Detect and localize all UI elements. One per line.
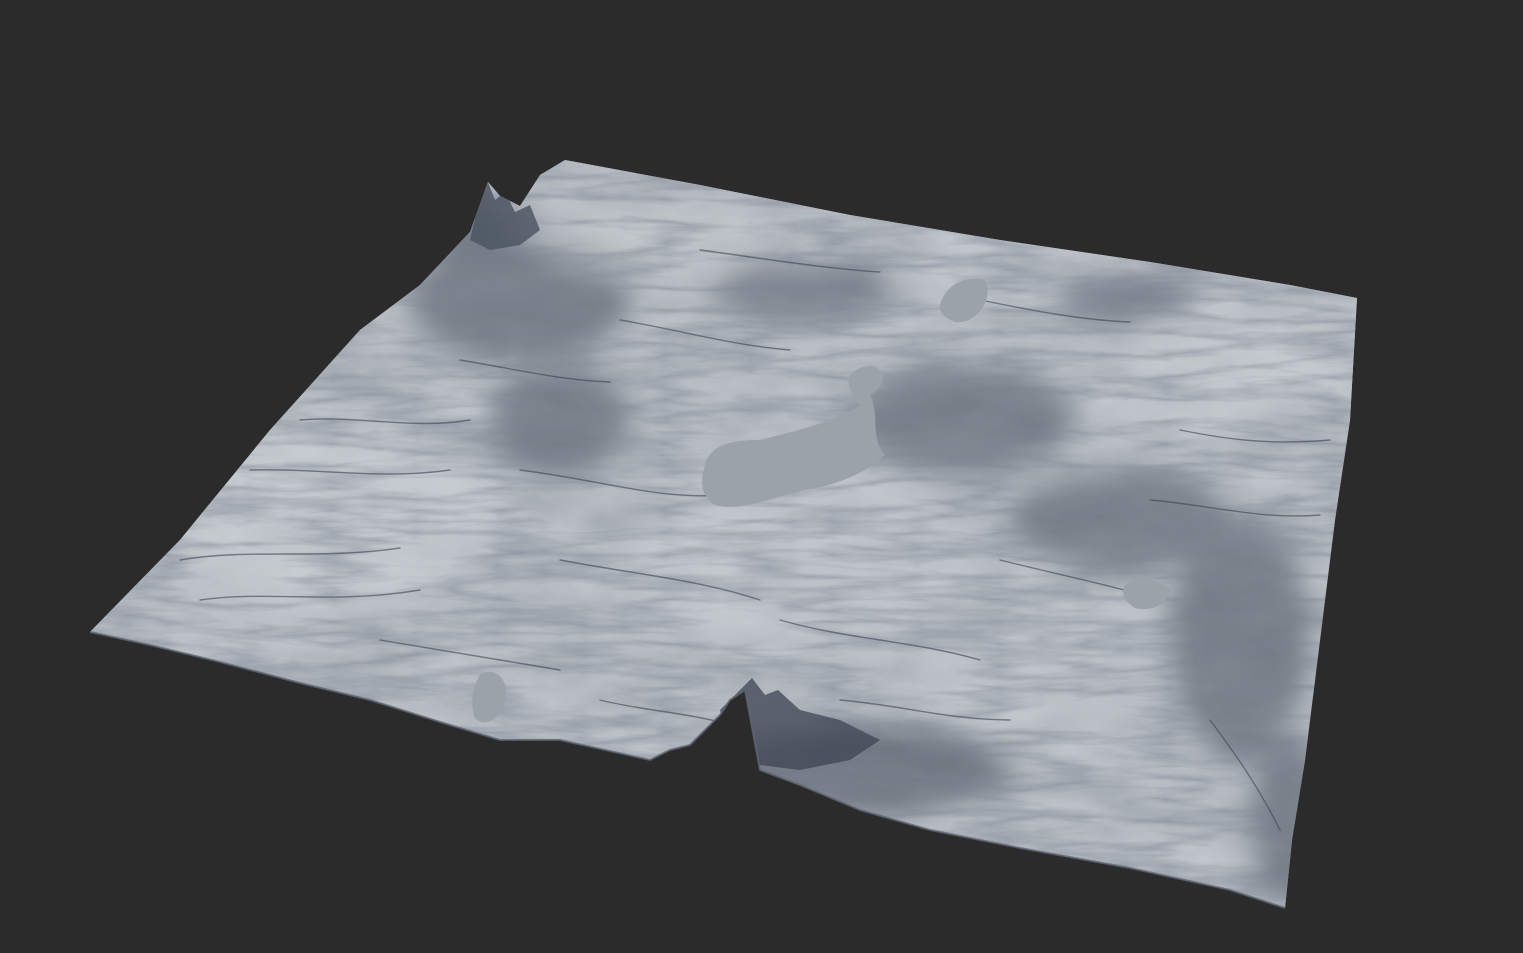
terrain-render (89, 160, 1357, 909)
3d-viewport[interactable] (0, 0, 1523, 953)
